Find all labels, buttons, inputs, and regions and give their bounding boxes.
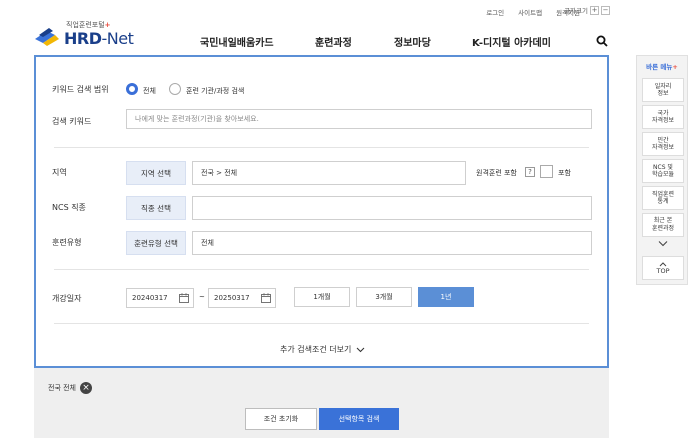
remote-training-label: 원격훈련 포함: [476, 169, 517, 177]
quick-item-statistics[interactable]: 직업훈련 통계: [642, 186, 684, 210]
ncs-value-field[interactable]: [192, 196, 592, 220]
chevron-down-icon[interactable]: [657, 240, 669, 248]
start-date-label: 개강일자: [52, 294, 82, 303]
font-size-control: 글자크기 + −: [564, 5, 610, 15]
ncs-select-button[interactable]: 직종 선택: [126, 196, 186, 220]
scroll-top-button[interactable]: TOP: [642, 256, 684, 280]
keyword-label: 검색 키워드: [52, 117, 92, 126]
search-icon[interactable]: [596, 35, 608, 47]
divider: [54, 269, 589, 270]
more-conditions-toggle[interactable]: 추가 검색조건 더보기: [280, 344, 365, 355]
more-conditions-label: 추가 검색조건 더보기: [280, 345, 352, 354]
training-type-select-button[interactable]: 훈련유형 선택: [126, 231, 186, 255]
search-panel: 키워드 검색 범위 전체 훈련 기관/과정 검색 검색 키워드 나에게 맞는 훈…: [34, 55, 609, 368]
quick-item-jobs[interactable]: 일자리 정보: [642, 78, 684, 102]
divider: [54, 323, 589, 324]
period-1-year-button[interactable]: 1년: [418, 287, 474, 307]
selected-chip: 전국 전체 ×: [48, 382, 92, 394]
logo-net: -Net: [101, 29, 134, 48]
scope-radio-all[interactable]: [126, 83, 138, 95]
region-select-button[interactable]: 지역 선택: [126, 161, 186, 185]
nav-k-digital[interactable]: K-디지털 아카데미: [472, 34, 551, 49]
logo-hrd: HRD: [64, 29, 102, 48]
divider: [54, 147, 589, 148]
remote-help-icon[interactable]: ?: [525, 167, 535, 177]
remote-include-checkbox[interactable]: [540, 165, 553, 178]
quick-item-national-cert[interactable]: 국가 자격정보: [642, 105, 684, 129]
date-range-separator: ~: [199, 293, 205, 301]
nav-naeil-card[interactable]: 국민내일배움카드: [200, 34, 274, 49]
ncs-label: NCS 직종: [52, 203, 86, 212]
calendar-icon[interactable]: [179, 293, 189, 303]
chevron-down-icon: [356, 347, 365, 352]
quick-menu: 바른 메뉴+ 일자리 정보 국가 자격정보 민간 자격정보 NCS 및 학습모듈…: [636, 55, 688, 285]
close-icon[interactable]: ×: [80, 382, 92, 394]
logo-subtitle-text: 직업훈련포털: [66, 21, 105, 29]
period-1-month-button[interactable]: 1개월: [294, 287, 350, 307]
calendar-icon[interactable]: [261, 293, 271, 303]
keyword-scope-label: 키워드 검색 범위: [52, 85, 109, 94]
sitemap-link[interactable]: 사이트맵: [518, 7, 542, 17]
nav-training-course[interactable]: 훈련과정: [315, 34, 352, 49]
scope-all-label: 전체: [143, 87, 156, 95]
region-value-field[interactable]: 전국 > 전체: [192, 161, 466, 185]
end-date-value: 20250317: [214, 294, 250, 302]
remote-include-label: 포함: [558, 169, 571, 177]
quick-item-private-cert[interactable]: 민간 자격정보: [642, 132, 684, 156]
nav-info[interactable]: 정보마당: [394, 34, 431, 49]
quick-item-recent-courses[interactable]: 최근 본 훈련과정: [642, 213, 684, 237]
quick-menu-title: 바른 메뉴+: [637, 61, 687, 71]
reset-conditions-button[interactable]: 조건 초기화: [245, 408, 317, 430]
selected-chip-label: 전국 전체: [48, 384, 76, 392]
selected-conditions-bar: 전국 전체 × 조건 초기화 선택항목 검색: [34, 368, 609, 438]
login-link[interactable]: 로그인: [486, 7, 504, 17]
logo-wordmark[interactable]: HRD-Net: [64, 29, 134, 48]
logo-plus: +: [104, 21, 111, 29]
training-type-value-field[interactable]: 전체: [192, 231, 592, 255]
font-size-label: 글자크기: [564, 7, 588, 15]
period-3-month-button[interactable]: 3개월: [356, 287, 412, 307]
region-label: 지역: [52, 168, 67, 177]
scope-institution-label: 훈련 기관/과정 검색: [186, 87, 245, 95]
quick-menu-title-text: 바른 메뉴: [646, 63, 673, 71]
scroll-top-label: TOP: [656, 266, 670, 275]
scope-radio-institution[interactable]: [169, 83, 181, 95]
font-increase-button[interactable]: +: [590, 5, 599, 15]
hrd-logo-icon[interactable]: [33, 25, 61, 47]
font-decrease-button[interactable]: −: [601, 5, 610, 15]
training-type-label: 훈련유형: [52, 238, 82, 247]
search-selected-button[interactable]: 선택항목 검색: [319, 408, 399, 430]
keyword-input[interactable]: 나에게 맞는 훈련과정(기관)을 찾아보세요.: [126, 109, 592, 129]
quick-menu-plus: +: [672, 63, 678, 71]
start-date-value: 20240317: [132, 294, 168, 302]
quick-item-ncs[interactable]: NCS 및 학습모듈: [642, 159, 684, 183]
